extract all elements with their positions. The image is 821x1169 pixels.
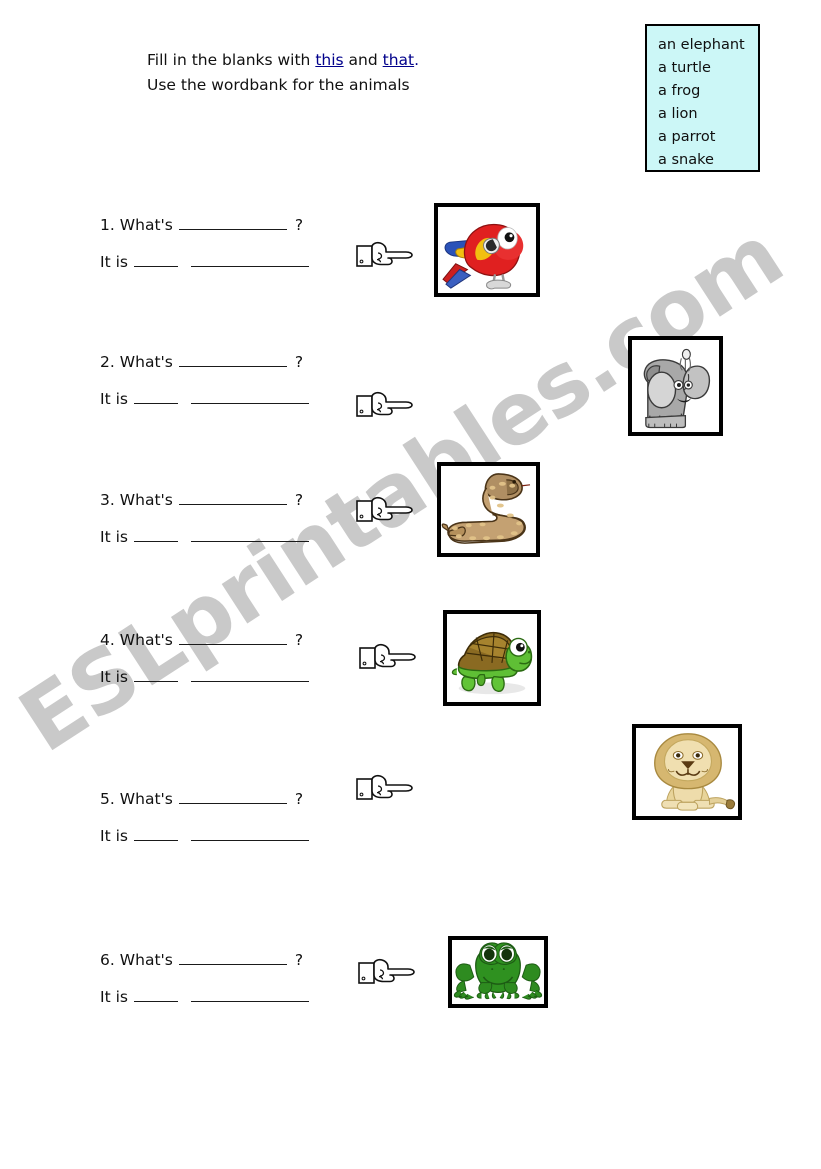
wordbank-item: a parrot — [658, 129, 716, 145]
pointing-hand-icon — [357, 952, 419, 992]
answer-blank-animal[interactable] — [190, 987, 309, 1002]
wordbank-item: a turtle — [658, 60, 711, 76]
answer-blank-subject[interactable] — [178, 630, 287, 645]
wordbank: an elephant a turtle a frog a lion a par… — [645, 24, 760, 172]
worksheet-page: ESLprintables.com Fill in the blanks wit… — [0, 0, 821, 1169]
instructions: Fill in the blanks with this and that. U… — [147, 48, 419, 98]
answer-blank-animal[interactable] — [190, 667, 309, 682]
question-whats-label: What's — [119, 491, 173, 509]
answer-line: It is — [100, 667, 309, 686]
elephant-image — [628, 336, 723, 436]
keyword-that: that — [382, 51, 415, 69]
question-mark: ? — [294, 631, 304, 649]
answer-line: It is — [100, 987, 309, 1006]
answer-blank-determiner[interactable] — [133, 667, 178, 682]
wordbank-item: an elephant — [658, 37, 745, 53]
pointing-hand-icon — [355, 768, 417, 808]
answer-blank-determiner[interactable] — [133, 987, 178, 1002]
wordbank-item: a snake — [658, 152, 714, 168]
question-whats-label: What's — [119, 790, 173, 808]
answer-blank-subject[interactable] — [178, 352, 287, 367]
question-mark: ? — [294, 216, 304, 234]
lion-image — [632, 724, 742, 820]
answer-itis-label: It is — [100, 528, 128, 546]
answer-line: It is — [100, 252, 309, 271]
question-whats-label: What's — [119, 216, 173, 234]
answer-itis-label: It is — [100, 390, 128, 408]
pointing-hand-icon — [358, 637, 420, 677]
question-whats-label: What's — [119, 353, 173, 371]
question-item: 2. What's ? It is — [100, 352, 309, 408]
answer-itis-label: It is — [100, 988, 128, 1006]
answer-blank-animal[interactable] — [190, 389, 309, 404]
answer-blank-determiner[interactable] — [133, 527, 178, 542]
question-prompt-line: 5. What's ? — [100, 789, 309, 808]
question-item: 5. What's ? It is — [100, 789, 309, 845]
question-number: 1. — [100, 216, 115, 234]
instructions-text-mid: and — [343, 51, 383, 69]
wordbank-item: a lion — [658, 106, 698, 122]
answer-blank-determiner[interactable] — [133, 252, 178, 267]
turtle-image — [443, 610, 541, 706]
answer-blank-subject[interactable] — [178, 490, 287, 505]
question-mark: ? — [294, 790, 304, 808]
pointing-hand-icon — [355, 235, 417, 275]
answer-blank-animal[interactable] — [190, 826, 309, 841]
instructions-text-before: Fill in the blanks with — [147, 51, 316, 69]
answer-blank-animal[interactable] — [190, 527, 309, 542]
parrot-image — [434, 203, 540, 297]
answer-line: It is — [100, 527, 309, 546]
question-item: 1. What's ? It is — [100, 215, 309, 271]
answer-line: It is — [100, 826, 309, 845]
snake-image — [437, 462, 540, 557]
question-number: 6. — [100, 951, 115, 969]
answer-itis-label: It is — [100, 827, 128, 845]
question-item: 6. What's ? It is — [100, 950, 309, 1006]
answer-blank-determiner[interactable] — [133, 389, 178, 404]
wordbank-item: a frog — [658, 83, 701, 99]
question-number: 5. — [100, 790, 115, 808]
question-whats-label: What's — [119, 631, 173, 649]
question-item: 4. What's ? It is — [100, 630, 309, 686]
question-prompt-line: 4. What's ? — [100, 630, 309, 649]
pointing-hand-icon — [355, 385, 417, 425]
question-mark: ? — [294, 951, 304, 969]
answer-itis-label: It is — [100, 668, 128, 686]
question-prompt-line: 2. What's ? — [100, 352, 309, 371]
answer-blank-determiner[interactable] — [133, 826, 178, 841]
question-mark: ? — [294, 353, 304, 371]
frog-image — [448, 936, 548, 1008]
answer-blank-subject[interactable] — [178, 789, 287, 804]
question-number: 2. — [100, 353, 115, 371]
question-mark: ? — [294, 491, 304, 509]
answer-line: It is — [100, 389, 309, 408]
question-whats-label: What's — [119, 951, 173, 969]
pointing-hand-icon — [355, 490, 417, 530]
question-prompt-line: 6. What's ? — [100, 950, 309, 969]
question-item: 3. What's ? It is — [100, 490, 309, 546]
question-prompt-line: 1. What's ? — [100, 215, 309, 234]
keyword-this: this — [315, 51, 344, 69]
instructions-line-2: Use the wordbank for the animals — [147, 76, 410, 94]
question-number: 3. — [100, 491, 115, 509]
watermark-text: ESLprintables.com — [2, 205, 800, 772]
answer-blank-animal[interactable] — [190, 252, 309, 267]
answer-blank-subject[interactable] — [178, 215, 287, 230]
question-number: 4. — [100, 631, 115, 649]
answer-itis-label: It is — [100, 253, 128, 271]
instructions-period: . — [414, 51, 420, 69]
question-prompt-line: 3. What's ? — [100, 490, 309, 509]
instructions-line-1: Fill in the blanks with this and that. — [147, 48, 419, 73]
answer-blank-subject[interactable] — [178, 950, 287, 965]
